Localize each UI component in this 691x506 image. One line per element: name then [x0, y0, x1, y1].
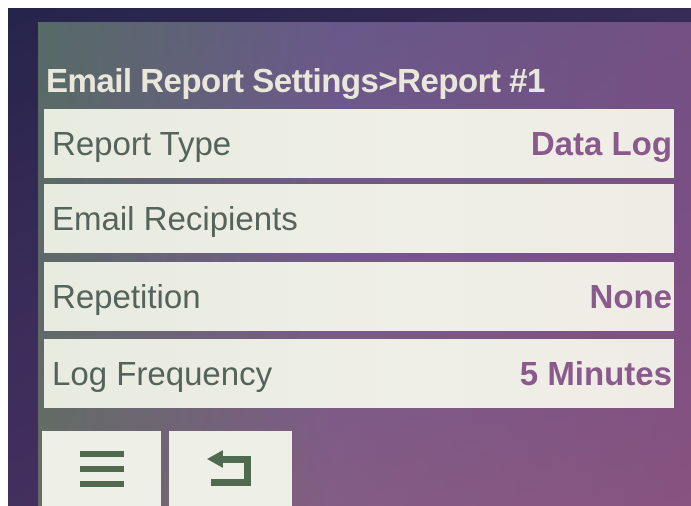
- softkey-empty-area: [300, 431, 691, 506]
- setting-row-email-recipients[interactable]: Email Recipients: [44, 184, 674, 253]
- setting-row-report-type[interactable]: Report Type Data Log: [44, 109, 674, 178]
- display-screen: Email Report Settings>Report #1 Report T…: [38, 22, 691, 506]
- device-bezel: Email Report Settings>Report #1 Report T…: [8, 8, 691, 506]
- setting-label: Email Recipients: [52, 200, 298, 237]
- return-arrow-icon: [206, 449, 251, 486]
- menu-button[interactable]: [42, 431, 161, 506]
- setting-row-repetition[interactable]: Repetition None: [44, 262, 674, 331]
- setting-label: Log Frequency: [52, 355, 273, 392]
- page-title: Email Report Settings>Report #1: [46, 62, 545, 99]
- setting-value: Data Log: [530, 125, 672, 162]
- screen-header: Email Report Settings>Report #1: [38, 22, 691, 104]
- setting-row-log-frequency[interactable]: Log Frequency 5 Minutes: [44, 339, 674, 408]
- hamburger-menu-icon: [79, 450, 124, 487]
- setting-label: Repetition: [52, 278, 201, 315]
- back-button[interactable]: [169, 431, 292, 506]
- setting-label: Report Type: [52, 125, 232, 162]
- setting-value: 5 Minutes: [519, 355, 672, 392]
- setting-value: None: [589, 278, 673, 315]
